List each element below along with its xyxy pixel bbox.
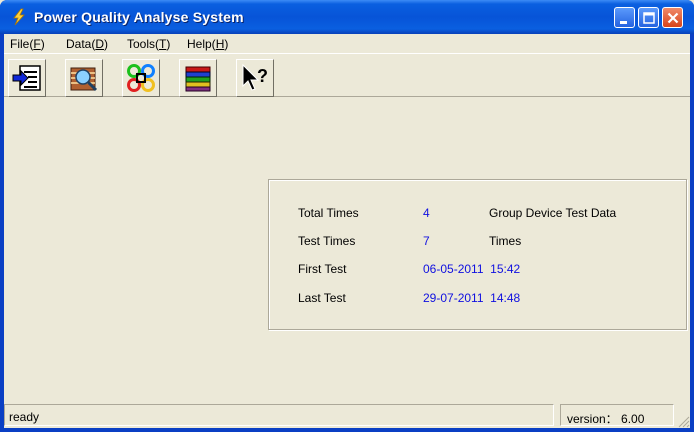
- minimize-button[interactable]: [614, 7, 635, 28]
- maximize-icon: [643, 12, 655, 24]
- last-test-value: 29-07-2011 14:48: [423, 291, 521, 305]
- test-times-value: 7: [423, 234, 430, 248]
- help-button[interactable]: ?: [236, 59, 274, 97]
- maximize-button[interactable]: [638, 7, 659, 28]
- menu-file[interactable]: File(F): [10, 37, 45, 51]
- test-times-unit: Times: [489, 234, 522, 248]
- title-bar[interactable]: Power Quality Analyse System: [0, 0, 694, 34]
- toolbar: ?: [4, 53, 690, 97]
- search-data-icon: [70, 67, 98, 92]
- status-bar: ready version： 6.00: [4, 402, 690, 428]
- total-times-unit: Group Device Test Data: [489, 206, 617, 220]
- svg-text:?: ?: [257, 66, 268, 86]
- test-times-label: Test Times: [298, 234, 356, 248]
- help-pointer-icon: ?: [242, 63, 268, 91]
- last-test-label: Last Test: [298, 291, 346, 305]
- tools-button[interactable]: [122, 59, 160, 97]
- menu-tools[interactable]: Tools(T): [127, 37, 170, 51]
- import-button[interactable]: [8, 59, 46, 97]
- menu-data[interactable]: Data(D): [66, 37, 108, 51]
- resize-grip-icon[interactable]: [676, 414, 690, 428]
- menu-bar: File(F) Data(D) Tools(T) Help(H): [4, 34, 690, 53]
- search-data-button[interactable]: [65, 59, 103, 97]
- version-text: version： 6.00: [567, 412, 645, 426]
- app-window: Power Quality Analyse System File(F) Dat…: [0, 0, 694, 432]
- total-times-value: 4: [423, 206, 430, 220]
- database-icon: [185, 66, 211, 92]
- status-version-pane: version： 6.00: [560, 404, 674, 426]
- import-icon: [12, 65, 41, 91]
- close-icon: [667, 12, 679, 24]
- status-message: ready: [9, 410, 40, 424]
- workspace: Total Times 4 Group Device Test Data Tes…: [4, 98, 690, 402]
- first-test-label: First Test: [298, 262, 347, 276]
- close-button[interactable]: [662, 7, 683, 28]
- minimize-icon: [620, 21, 627, 24]
- database-button[interactable]: [179, 59, 217, 97]
- first-test-value: 06-05-2011 15:42: [423, 262, 521, 276]
- test-summary-panel: Total Times 4 Group Device Test Data Tes…: [268, 179, 687, 330]
- tools-icon: [127, 64, 155, 92]
- window-title: Power Quality Analyse System: [34, 9, 244, 25]
- menu-help[interactable]: Help(H): [187, 37, 228, 51]
- client-area: File(F) Data(D) Tools(T) Help(H) ? Total…: [4, 34, 690, 428]
- status-message-pane: ready: [4, 404, 554, 426]
- total-times-label: Total Times: [298, 206, 359, 220]
- lightning-icon: [13, 8, 25, 26]
